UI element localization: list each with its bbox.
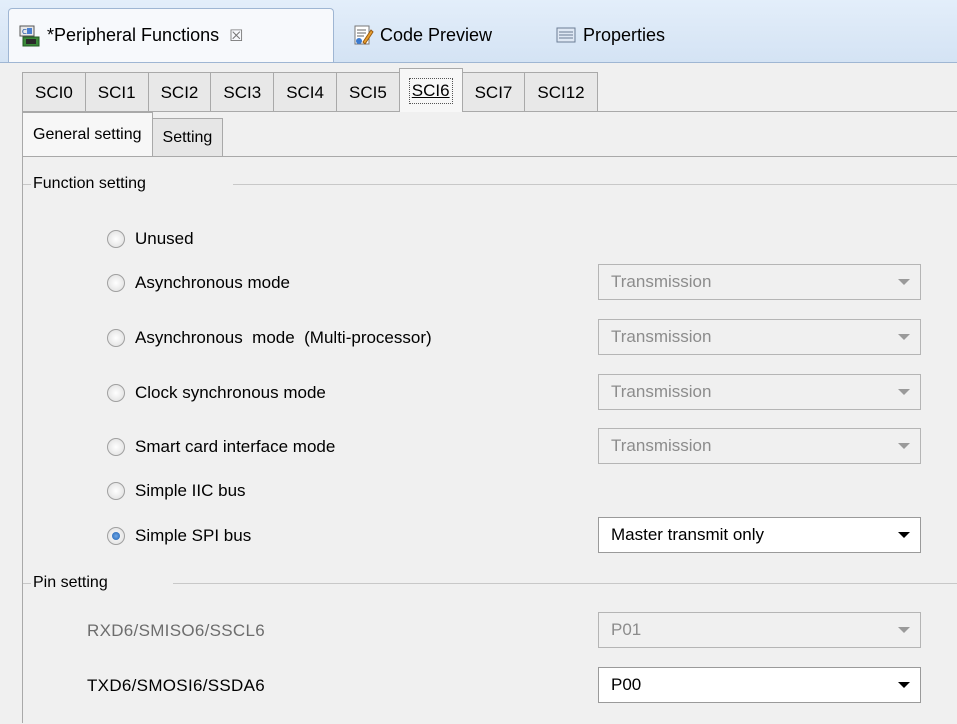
tab-sci0[interactable]: SCI0 — [22, 72, 86, 112]
async-mode-combo: Transmission — [598, 264, 921, 300]
chevron-down-icon — [898, 334, 910, 340]
spi-mode-select[interactable]: Master transmit only — [598, 517, 921, 553]
function-setting-group-label: Function setting — [33, 171, 156, 197]
combo-value: Transmission — [611, 272, 712, 291]
pin-select-rxd6: P01 — [598, 612, 921, 648]
sci6-panel: General setting Setting Function setting… — [22, 111, 957, 724]
radio-asynchronous-mode[interactable]: Asynchronous mode — [107, 269, 290, 297]
tab-code-preview[interactable]: Code Preview — [352, 8, 492, 62]
general-setting-page: Function setting Unused Asynchronous mod… — [23, 156, 957, 724]
group-divider — [173, 583, 957, 584]
combo-value: Master transmit only — [611, 525, 765, 544]
radio-async-multiprocessor[interactable]: Asynchronous mode (Multi-processor) — [107, 324, 432, 352]
code-preview-icon — [352, 24, 374, 46]
radio-label: Simple IIC bus — [135, 481, 246, 500]
peripheral-chip-icon: C — [19, 25, 41, 47]
pin-name: RXD6/SMISO6/SSCL6 — [87, 621, 265, 640]
tab-setting[interactable]: Setting — [151, 118, 224, 156]
chevron-down-icon — [898, 627, 910, 633]
chevron-down-icon — [898, 443, 910, 449]
group-title: Pin setting — [33, 574, 108, 591]
group-divider — [23, 184, 31, 185]
radio-button[interactable] — [107, 438, 125, 456]
tab-sci6[interactable]: SCI6 — [398, 68, 463, 112]
radio-button[interactable] — [107, 230, 125, 248]
properties-icon — [555, 24, 577, 46]
combo-value: P01 — [611, 620, 642, 639]
tab-label: Code Preview — [380, 24, 493, 45]
smart-card-combo: Transmission — [598, 428, 921, 464]
chevron-down-icon[interactable] — [898, 682, 910, 688]
svg-text:C: C — [22, 28, 27, 36]
group-title: Function setting — [33, 175, 146, 192]
combo-value: Transmission — [611, 327, 712, 346]
tab-label: *Peripheral Functions — [47, 25, 220, 45]
async-multiprocessor-combo: Transmission — [598, 319, 921, 355]
radio-button[interactable] — [107, 274, 125, 292]
tab-label: SCI12 — [537, 82, 585, 102]
chevron-down-icon[interactable] — [898, 532, 910, 538]
combo-value: Transmission — [611, 382, 712, 401]
tab-peripheral-functions[interactable]: C *Peripheral Functions ☒ — [8, 8, 334, 62]
radio-label: Clock synchronous mode — [135, 383, 326, 402]
tab-sci5[interactable]: SCI5 — [335, 72, 400, 112]
sub-tab-bar: General setting Setting — [23, 112, 224, 156]
tab-sci2[interactable]: SCI2 — [147, 72, 212, 112]
pin-label-txd6: TXD6/SMOSI6/SSDA6 — [87, 672, 265, 700]
tab-label: SCI3 — [223, 82, 262, 102]
radio-smart-card[interactable]: Smart card interface mode — [107, 433, 335, 461]
tab-general-setting[interactable]: General setting — [23, 112, 153, 156]
pin-name: TXD6/SMOSI6/SSDA6 — [87, 676, 265, 695]
pin-label-rxd6: RXD6/SMISO6/SSCL6 — [87, 617, 265, 645]
group-divider — [233, 184, 957, 185]
tab-sci3[interactable]: SCI3 — [210, 72, 275, 112]
radio-label: Unused — [135, 229, 194, 248]
radio-label: Asynchronous mode (Multi-processor) — [135, 328, 432, 347]
radio-label: Asynchronous mode — [135, 273, 290, 292]
tab-label: Setting — [162, 128, 213, 146]
pin-select-txd6[interactable]: P00 — [598, 667, 921, 703]
tab-label: SCI4 — [286, 82, 324, 102]
sci-tab-bar: SCI0 SCI1 SCI2 SCI3 SCI4 SCI5 SCI6 SCI7 … — [22, 68, 598, 112]
view-tab-bar: C *Peripheral Functions ☒ Code Preview P… — [0, 0, 957, 63]
pin-setting-group-label: Pin setting — [33, 570, 118, 596]
clock-sync-combo: Transmission — [598, 374, 921, 410]
tab-label: SCI7 — [474, 82, 513, 102]
tab-sci4[interactable]: SCI4 — [273, 72, 337, 112]
chevron-down-icon — [898, 389, 910, 395]
tab-label: Properties — [583, 24, 666, 45]
tab-label: SCI2 — [160, 82, 199, 102]
tab-label: SCI6 — [408, 77, 453, 104]
radio-label: Simple SPI bus — [135, 526, 252, 545]
tab-properties[interactable]: Properties — [555, 8, 665, 62]
radio-unused[interactable]: Unused — [107, 225, 194, 253]
tab-label: SCI1 — [97, 82, 136, 102]
radio-button[interactable] — [107, 482, 125, 500]
group-divider — [23, 583, 31, 584]
radio-simple-iic[interactable]: Simple IIC bus — [107, 477, 246, 505]
chevron-down-icon — [898, 279, 910, 285]
combo-value: Transmission — [611, 436, 712, 455]
combo-value: P00 — [611, 675, 642, 694]
radio-button[interactable] — [107, 527, 125, 545]
tab-sci7[interactable]: SCI7 — [461, 72, 526, 112]
tab-sci1[interactable]: SCI1 — [84, 72, 149, 112]
radio-clock-synchronous[interactable]: Clock synchronous mode — [107, 379, 326, 407]
radio-button[interactable] — [107, 329, 125, 347]
tab-sci12[interactable]: SCI12 — [524, 72, 598, 112]
tab-label: General setting — [33, 125, 142, 143]
radio-simple-spi[interactable]: Simple SPI bus — [107, 522, 251, 550]
radio-label: Smart card interface mode — [135, 437, 336, 456]
radio-button[interactable] — [107, 384, 125, 402]
tab-label: SCI5 — [348, 82, 387, 102]
close-icon[interactable]: ☒ — [229, 26, 243, 46]
tab-label: SCI0 — [35, 82, 73, 102]
